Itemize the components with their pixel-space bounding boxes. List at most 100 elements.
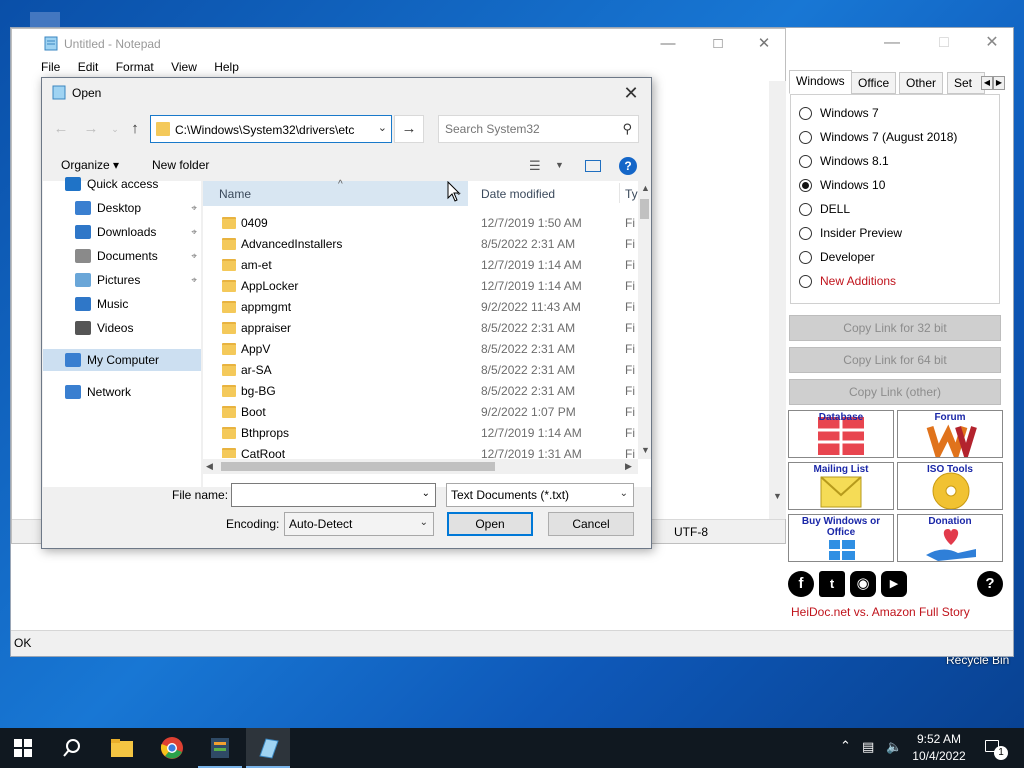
help-icon[interactable]: ? <box>977 571 1003 597</box>
nav-item-documents[interactable]: Documents ⌖ <box>43 245 201 267</box>
type-column-header[interactable]: Ty <box>625 187 638 201</box>
tab-windows[interactable]: Windows <box>789 70 852 94</box>
heidoc-minimize-button[interactable]: — <box>877 32 907 54</box>
clock-time[interactable]: 9:52 AM <box>916 732 962 746</box>
up-arrow-icon[interactable]: ↑ <box>126 119 144 139</box>
radio-windows-10[interactable]: Windows 10 <box>799 175 885 195</box>
facebook-icon[interactable]: f <box>788 571 814 597</box>
heidoc-amazon-link[interactable]: HeiDoc.net vs. Amazon Full Story <box>791 605 970 619</box>
clock-date[interactable]: 10/4/2022 <box>910 749 968 763</box>
twitter-icon[interactable]: t <box>819 571 845 597</box>
file-list-vscroll[interactable]: ▲ ▼ <box>638 181 651 459</box>
radio-button[interactable] <box>799 274 812 288</box>
menu-format[interactable]: Format <box>116 60 154 74</box>
nav-item-quick-access[interactable]: Quick access <box>43 173 201 195</box>
scroll-down-icon[interactable]: ▼ <box>641 445 650 455</box>
iso-tools-tile[interactable]: ISO Tools <box>897 462 1003 510</box>
radio-button[interactable] <box>799 154 812 168</box>
back-arrow-icon[interactable]: ← <box>52 119 70 139</box>
file-list-hscroll[interactable]: ◀ ▶ <box>203 459 638 474</box>
search-icon[interactable] <box>62 738 82 758</box>
encoding-select[interactable]: Auto-Detect ⌄ <box>284 512 434 536</box>
table-row[interactable]: bg-BG 8/5/2022 2:31 AM Fi <box>203 381 638 402</box>
radio-windows-7-august-2018-[interactable]: Windows 7 (August 2018) <box>799 127 957 147</box>
tab-scroll-left-icon[interactable]: ◀ <box>981 76 993 90</box>
start-windows-icon[interactable] <box>14 739 32 757</box>
radio-button[interactable] <box>799 226 812 240</box>
mailing-list-tile[interactable]: Mailing List <box>788 462 894 510</box>
radio-windows-7[interactable]: Windows 7 <box>799 103 879 123</box>
donation-tile[interactable]: Donation <box>897 514 1003 562</box>
buy-windows-tile[interactable]: Buy Windows or Office <box>788 514 894 562</box>
view-dropdown-icon[interactable]: ▼ <box>555 160 564 170</box>
tab-office[interactable]: Office <box>851 72 897 94</box>
name-column-header[interactable]: ^ Name ⌄ <box>203 179 468 206</box>
radio-new-additions[interactable]: New Additions <box>799 271 896 291</box>
radio-button[interactable] <box>799 106 812 120</box>
search-box[interactable]: ⚲ <box>438 115 639 143</box>
dialog-help-icon[interactable]: ? <box>619 157 637 175</box>
tab-scroll-right-icon[interactable]: ▶ <box>993 76 1005 90</box>
tray-chevron-icon[interactable]: ⌃ <box>840 738 851 754</box>
view-options-icon[interactable]: ☰ <box>529 158 541 174</box>
table-row[interactable]: AppLocker 12/7/2019 1:14 AM Fi <box>203 276 638 297</box>
radio-button[interactable] <box>799 250 812 264</box>
notepad-maximize-button[interactable]: □ <box>696 33 740 55</box>
chrome-icon[interactable] <box>160 736 184 760</box>
organize-button[interactable]: Organize ▾ <box>61 158 119 172</box>
table-row[interactable]: CatRoot 12/7/2019 1:31 AM Fi <box>203 444 638 458</box>
new-folder-button[interactable]: New folder <box>152 158 209 172</box>
column-separator[interactable] <box>619 183 620 203</box>
table-row[interactable]: appraiser 8/5/2022 2:31 AM Fi <box>203 318 638 339</box>
heidoc-close-button[interactable]: ✕ <box>977 32 1007 54</box>
table-row[interactable]: AdvancedInstallers 8/5/2022 2:31 AM Fi <box>203 234 638 255</box>
notepad-vscroll[interactable]: ▼ <box>769 81 786 519</box>
heidoc-maximize-button[interactable]: □ <box>929 32 959 54</box>
scroll-down-icon[interactable]: ▼ <box>773 491 782 501</box>
radio-insider-preview[interactable]: Insider Preview <box>799 223 902 243</box>
notepad-taskbar-button[interactable] <box>246 728 290 768</box>
tab-settings[interactable]: Set <box>947 72 985 94</box>
nav-item-downloads[interactable]: Downloads ⌖ <box>43 221 201 243</box>
recent-chevron-icon[interactable]: ⌄ <box>106 119 124 139</box>
scroll-up-icon[interactable]: ▲ <box>641 183 650 193</box>
file-explorer-icon[interactable] <box>110 736 134 760</box>
radio-button[interactable] <box>799 202 812 216</box>
table-row[interactable]: ar-SA 8/5/2022 2:31 AM Fi <box>203 360 638 381</box>
database-tile[interactable]: Database <box>788 410 894 458</box>
menu-help[interactable]: Help <box>214 60 239 74</box>
menu-file[interactable]: File <box>41 60 60 74</box>
table-row[interactable]: appmgmt 9/2/2022 11:43 AM Fi <box>203 297 638 318</box>
date-column-header[interactable]: Date modified <box>481 187 555 201</box>
table-row[interactable]: AppV 8/5/2022 2:31 AM Fi <box>203 339 638 360</box>
table-row[interactable]: 0409 12/7/2019 1:50 AM Fi <box>203 213 638 234</box>
instagram-icon[interactable]: ◉ <box>850 571 876 597</box>
tab-other[interactable]: Other <box>899 72 944 94</box>
table-row[interactable]: Bthprops 12/7/2019 1:14 AM Fi <box>203 423 638 444</box>
nav-item-videos[interactable]: Videos <box>43 317 201 339</box>
volume-tray-icon[interactable]: 🔈 <box>886 739 902 755</box>
forward-arrow-icon[interactable]: → <box>82 119 100 139</box>
vscroll-thumb[interactable] <box>640 199 649 219</box>
cancel-button[interactable]: Cancel <box>548 512 634 536</box>
radio-windows-8-1[interactable]: Windows 8.1 <box>799 151 889 171</box>
copy-link-other-button[interactable]: Copy Link (other) <box>789 379 1001 405</box>
open-button[interactable]: Open <box>447 512 533 536</box>
copy-link-64-button[interactable]: Copy Link for 64 bit <box>789 347 1001 373</box>
file-type-select[interactable]: Text Documents (*.txt) ⌄ <box>446 483 634 507</box>
network-tray-icon[interactable]: ▤ <box>862 739 874 755</box>
notepad-close-button[interactable]: ✕ <box>742 33 786 55</box>
address-bar[interactable]: C:\Windows\System32\drivers\etc ⌄ <box>150 115 392 143</box>
nav-item-music[interactable]: Music <box>43 293 201 315</box>
nav-item-desktop[interactable]: Desktop ⌖ <box>43 197 201 219</box>
go-arrow-button[interactable]: → <box>394 115 424 143</box>
file-name-dropdown-icon[interactable]: ⌄ <box>422 488 430 499</box>
table-row[interactable]: Boot 9/2/2022 1:07 PM Fi <box>203 402 638 423</box>
address-dropdown-icon[interactable]: ⌄ <box>378 121 387 134</box>
preview-pane-icon[interactable] <box>585 160 601 172</box>
file-name-field[interactable]: ⌄ <box>231 483 436 507</box>
heidoc-taskbar-button[interactable] <box>198 728 242 768</box>
radio-button[interactable] <box>799 178 812 192</box>
scroll-left-icon[interactable]: ◀ <box>206 461 213 472</box>
nav-item-network[interactable]: Network <box>43 381 201 403</box>
